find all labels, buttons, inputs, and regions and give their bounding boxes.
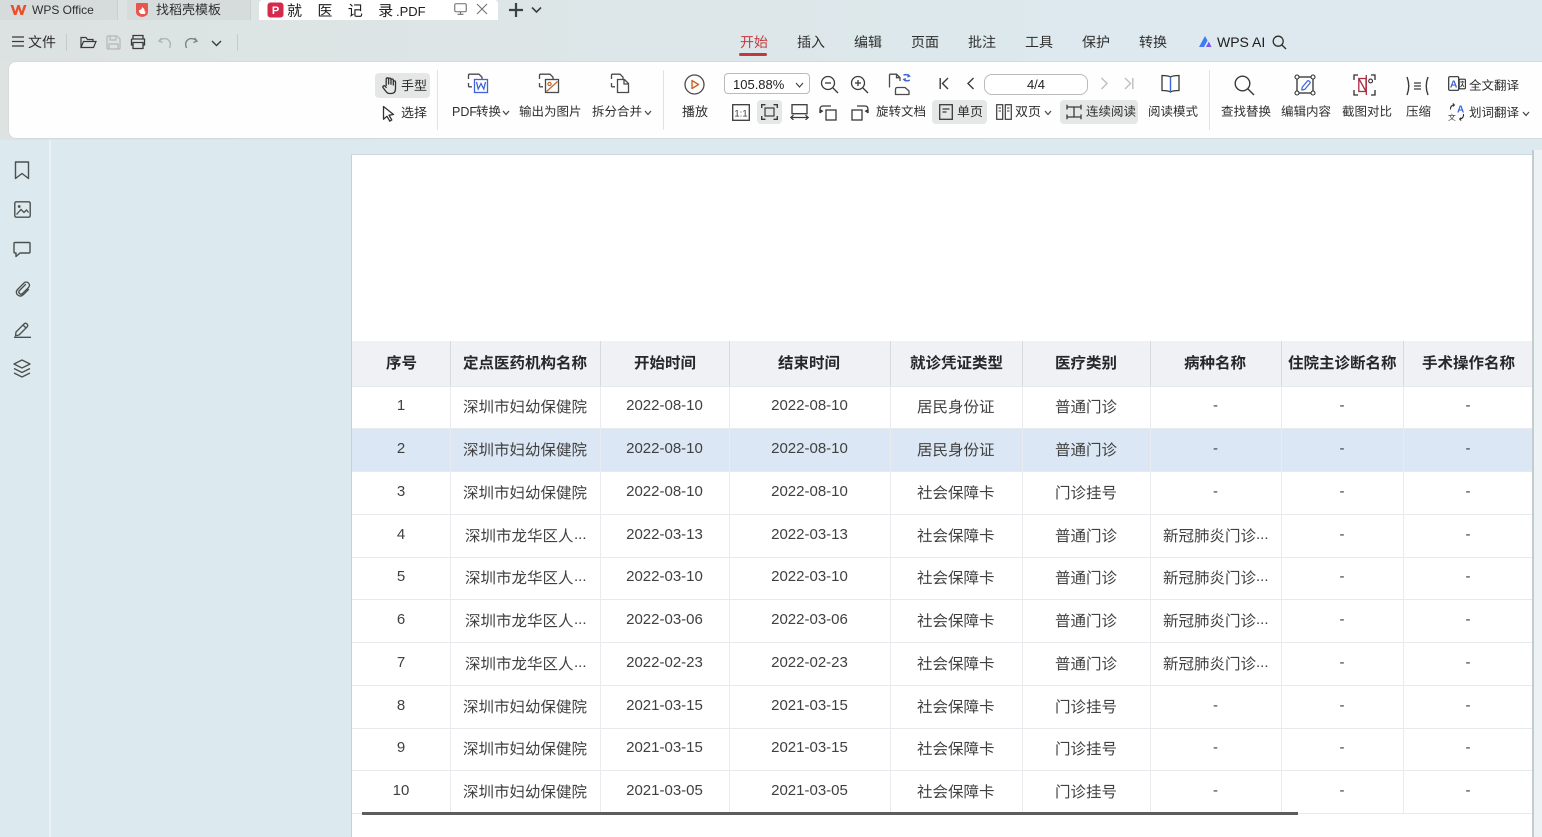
svg-text:A: A	[1457, 105, 1464, 116]
svg-text:P: P	[272, 5, 279, 17]
svg-text:1:1: 1:1	[734, 109, 747, 120]
svg-text:A: A	[1450, 78, 1458, 90]
